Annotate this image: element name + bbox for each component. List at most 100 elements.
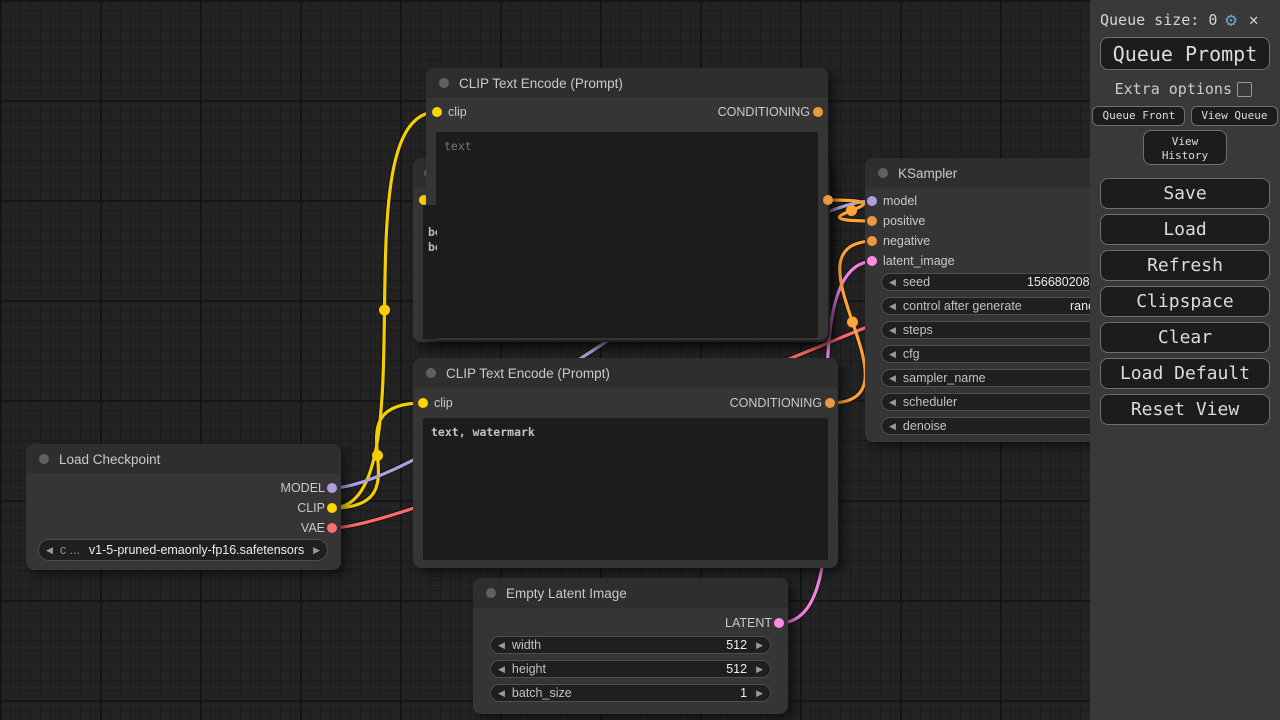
- clipspace-button[interactable]: Clipspace: [1100, 286, 1270, 317]
- hidden-prompt-textarea-sliver[interactable]: be bo: [423, 205, 437, 339]
- node-title: Load Checkpoint: [59, 452, 160, 467]
- widget-label: cfg: [903, 347, 920, 361]
- queue-front-button[interactable]: Queue Front: [1092, 106, 1185, 126]
- increment-arrow[interactable]: ▶: [756, 664, 763, 675]
- height-widget[interactable]: ◀ height 512 ▶: [490, 660, 771, 678]
- conditioning-output-label: CONDITIONING: [730, 396, 822, 410]
- decrement-arrow[interactable]: ◀: [889, 301, 896, 312]
- comfy-menu-panel: Queue size: 0 ⚙ ✕ Queue Prompt Extra opt…: [1090, 0, 1280, 720]
- clip-input-slot[interactable]: [432, 107, 442, 117]
- model-input-label: model: [883, 194, 917, 208]
- refresh-button[interactable]: Refresh: [1100, 250, 1270, 281]
- ckpt-name-widget[interactable]: ◀ c ... v1-5-pruned-emaonly-fp16.safeten…: [38, 539, 328, 561]
- settings-gear-icon[interactable]: ⚙: [1225, 12, 1236, 28]
- view-queue-button[interactable]: View Queue: [1191, 106, 1277, 126]
- increment-arrow[interactable]: ▶: [313, 545, 320, 556]
- clear-button[interactable]: Clear: [1100, 322, 1270, 353]
- decrement-arrow[interactable]: ◀: [46, 545, 53, 556]
- model-output-label: MODEL: [281, 481, 325, 495]
- decrement-arrow[interactable]: ◀: [498, 664, 505, 675]
- vae-output-slot[interactable]: [327, 523, 337, 533]
- positive-input-slot[interactable]: [867, 216, 877, 226]
- reset-view-button[interactable]: Reset View: [1100, 394, 1270, 425]
- hidden-text-line: be: [428, 225, 437, 240]
- clip-input-label: clip: [448, 105, 467, 119]
- clip-output-slot[interactable]: [327, 503, 337, 513]
- node-header[interactable]: CLIP Text Encode (Prompt): [426, 68, 828, 98]
- widget-value: 512: [726, 638, 756, 652]
- prompt-textarea[interactable]: text, watermark: [423, 418, 828, 560]
- node-title: CLIP Text Encode (Prompt): [446, 366, 610, 381]
- clip-output-label: CLIP: [297, 501, 325, 515]
- widget-label: seed: [903, 275, 930, 289]
- conditioning-output-slot[interactable]: [813, 107, 823, 117]
- decrement-arrow[interactable]: ◀: [498, 688, 505, 699]
- decrement-arrow[interactable]: ◀: [889, 277, 896, 288]
- decrement-arrow[interactable]: ◀: [889, 373, 896, 384]
- save-button[interactable]: Save: [1100, 178, 1270, 209]
- batch-size-widget[interactable]: ◀ batch_size 1 ▶: [490, 684, 771, 702]
- extra-options-checkbox[interactable]: [1237, 82, 1252, 97]
- latent-output-label: LATENT: [725, 616, 772, 630]
- vae-output-label: VAE: [301, 521, 325, 535]
- collapse-dot[interactable]: [878, 168, 888, 178]
- node-header[interactable]: CLIP Text Encode (Prompt): [413, 358, 838, 388]
- collapse-dot[interactable]: [439, 78, 449, 88]
- decrement-arrow[interactable]: ◀: [889, 349, 896, 360]
- node-title: Empty Latent Image: [506, 586, 627, 601]
- widget-value: v1-5-pruned-emaonly-fp16.safetensors: [89, 543, 304, 557]
- node-title: KSampler: [898, 166, 957, 181]
- node-load-checkpoint[interactable]: Load Checkpoint MODEL CLIP VAE ◀ c ... v…: [26, 444, 341, 570]
- hidden-text-line: bo: [428, 240, 437, 255]
- decrement-arrow[interactable]: ◀: [889, 421, 896, 432]
- hidden-conditioning-output-slot[interactable]: [823, 195, 833, 205]
- increment-arrow[interactable]: ▶: [756, 688, 763, 699]
- widget-label: c ...: [60, 543, 80, 557]
- conditioning-output-slot[interactable]: [825, 398, 835, 408]
- widget-value: 1: [740, 686, 756, 700]
- widget-value: 1566802087: [1027, 275, 1097, 289]
- widget-label: control after generate: [903, 299, 1022, 313]
- widget-label: sampler_name: [903, 371, 986, 385]
- comfyui-canvas[interactable]: { "nodes": { "checkpoint": { "title": "L…: [0, 0, 1280, 720]
- widget-label: scheduler: [903, 395, 957, 409]
- prompt-textarea[interactable]: [436, 132, 818, 338]
- node-clip-text-encode-positive[interactable]: CLIP Text Encode (Prompt) clip CONDITION…: [426, 68, 828, 340]
- latent-image-input-label: latent_image: [883, 254, 955, 268]
- queue-size-label: Queue size: 0: [1100, 11, 1217, 29]
- load-default-button[interactable]: Load Default: [1100, 358, 1270, 389]
- increment-arrow[interactable]: ▶: [756, 640, 763, 651]
- latent-output-slot[interactable]: [774, 618, 784, 628]
- negative-input-label: negative: [883, 234, 930, 248]
- widget-label: height: [512, 662, 546, 676]
- node-header[interactable]: Empty Latent Image: [473, 578, 788, 608]
- node-title: CLIP Text Encode (Prompt): [459, 76, 623, 91]
- widget-label: steps: [903, 323, 933, 337]
- node-empty-latent-image[interactable]: Empty Latent Image LATENT ◀ width 512 ▶ …: [473, 578, 788, 714]
- load-button[interactable]: Load: [1100, 214, 1270, 245]
- node-header[interactable]: Load Checkpoint: [26, 444, 341, 474]
- decrement-arrow[interactable]: ◀: [889, 397, 896, 408]
- decrement-arrow[interactable]: ◀: [498, 640, 505, 651]
- collapse-dot[interactable]: [486, 588, 496, 598]
- conditioning-output-label: CONDITIONING: [718, 105, 810, 119]
- collapse-dot[interactable]: [426, 368, 436, 378]
- model-output-slot[interactable]: [327, 483, 337, 493]
- clip-input-slot[interactable]: [418, 398, 428, 408]
- widget-label: denoise: [903, 419, 947, 433]
- decrement-arrow[interactable]: ◀: [889, 325, 896, 336]
- width-widget[interactable]: ◀ width 512 ▶: [490, 636, 771, 654]
- widget-label: batch_size: [512, 686, 572, 700]
- negative-input-slot[interactable]: [867, 236, 877, 246]
- positive-input-label: positive: [883, 214, 925, 228]
- node-clip-text-encode-negative[interactable]: CLIP Text Encode (Prompt) clip CONDITION…: [413, 358, 838, 568]
- queue-prompt-button[interactable]: Queue Prompt: [1100, 37, 1270, 70]
- clip-input-label: clip: [434, 396, 453, 410]
- extra-options-label: Extra options: [1115, 80, 1232, 98]
- close-icon[interactable]: ✕: [1249, 10, 1259, 29]
- model-input-slot[interactable]: [867, 196, 877, 206]
- view-history-button[interactable]: View History: [1143, 130, 1227, 165]
- latent-image-input-slot[interactable]: [867, 256, 877, 266]
- widget-value: 512: [726, 662, 756, 676]
- collapse-dot[interactable]: [39, 454, 49, 464]
